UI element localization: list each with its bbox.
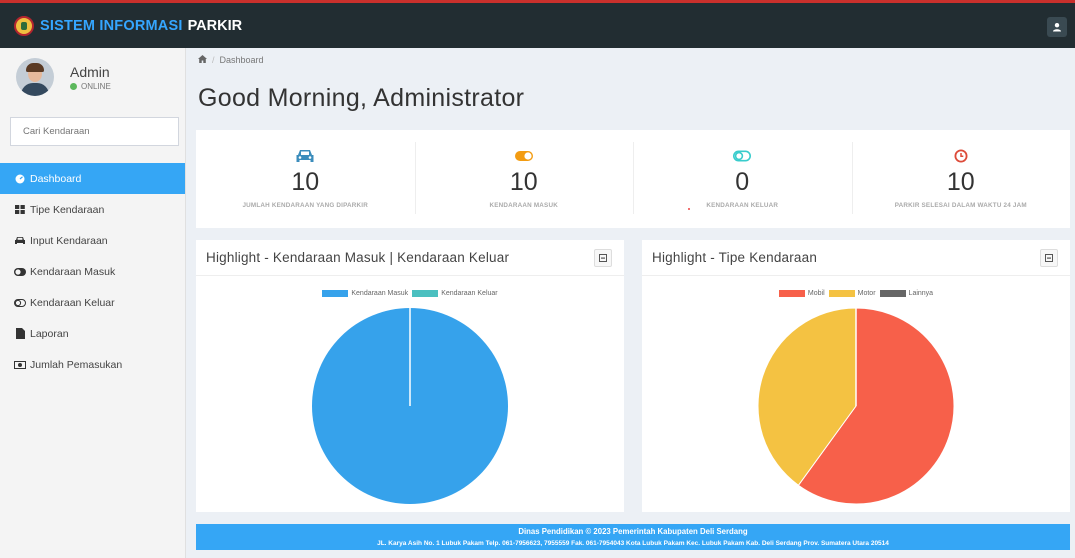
legend-swatch bbox=[322, 290, 349, 297]
legend-swatch bbox=[879, 290, 906, 297]
sidebar-item-laporan[interactable]: Laporan bbox=[0, 318, 185, 349]
stat-value: 10 bbox=[946, 168, 975, 196]
stat-value: 0 bbox=[735, 168, 750, 196]
sidebar-menu: Dashboard Tipe Kendaraan Input Kendaraan… bbox=[0, 163, 185, 380]
sidebar: Admin ONLINE Dashboard Tipe Kendaraan In… bbox=[0, 48, 186, 558]
emblem-icon bbox=[14, 15, 34, 36]
sidebar-item-dashboard[interactable]: Dashboard bbox=[0, 163, 185, 194]
brand-secondary: PARKIR bbox=[187, 17, 243, 34]
panel-masuk-keluar: Highlight - Kendaraan Masuk | Kendaraan … bbox=[196, 240, 624, 512]
stat-value: 10 bbox=[291, 168, 320, 196]
breadcrumb-separator: / bbox=[212, 55, 215, 65]
search-input[interactable] bbox=[10, 117, 179, 146]
breadcrumb: / Dashboard bbox=[198, 55, 264, 65]
car-icon bbox=[14, 236, 26, 245]
sidebar-item-jumlah-pemasukan[interactable]: Jumlah Pemasukan bbox=[0, 349, 185, 380]
user-panel: Admin ONLINE bbox=[0, 48, 185, 106]
sidebar-item-input-kendaraan[interactable]: Input Kendaraan bbox=[0, 225, 185, 256]
stat-kendaraan-masuk: 10 KENDARAAN MASUK bbox=[414, 130, 634, 228]
user-icon bbox=[1053, 23, 1061, 32]
clock-icon bbox=[951, 148, 971, 169]
avatar bbox=[16, 58, 54, 96]
sidebar-item-label: Jumlah Pemasukan bbox=[30, 358, 123, 371]
grid-icon bbox=[14, 205, 26, 214]
legend-label: Mobil bbox=[807, 290, 825, 297]
money-icon bbox=[14, 360, 26, 369]
legend-label: Lainnya bbox=[908, 290, 934, 297]
panel-header: Highlight - Tipe Kendaraan bbox=[642, 240, 1070, 276]
legend-swatch bbox=[778, 290, 805, 297]
minimize-icon bbox=[599, 253, 607, 262]
stat-value: 10 bbox=[509, 168, 538, 196]
stat-parkir-selesai: 10 PARKIR SELESAI DALAM WAKTU 24 JAM bbox=[851, 130, 1071, 228]
pie-chart-tipe-kendaraan bbox=[757, 307, 955, 505]
page-title: Good Morning, Administrator bbox=[198, 84, 525, 112]
brand-logo[interactable]: SISTEM INFORMASI PARKIR bbox=[0, 15, 243, 36]
legend-item[interactable]: Mobil bbox=[778, 290, 825, 297]
collapse-button[interactable] bbox=[594, 248, 612, 267]
panel-header: Highlight - Kendaraan Masuk | Kendaraan … bbox=[196, 240, 624, 276]
legend-item[interactable]: Motor bbox=[828, 290, 876, 297]
stat-kendaraan-keluar: 0 KENDARAAN KELUAR bbox=[633, 130, 852, 228]
footer-line1: Dinas Pendidikan © 2023 Pemerintah Kabup… bbox=[518, 527, 748, 536]
user-menu-button[interactable] bbox=[1047, 17, 1067, 37]
legend-swatch bbox=[412, 290, 439, 297]
pie-chart-masuk-keluar bbox=[312, 308, 508, 504]
stat-jumlah-kendaraan: 10 JUMLAH KENDARAAN YANG DIPARKIR bbox=[196, 130, 415, 228]
user-name: Admin bbox=[70, 63, 110, 80]
footer-line2: JL. Karya Asih No. 1 Lubuk Pakam Telp. 0… bbox=[377, 540, 889, 547]
sidebar-item-tipe-kendaraan[interactable]: Tipe Kendaraan bbox=[0, 194, 185, 225]
stat-label: PARKIR SELESAI DALAM WAKTU 24 JAM bbox=[894, 202, 1027, 209]
chart-legend: Mobil Motor Lainnya bbox=[642, 290, 1070, 297]
legend-label: Kendaraan Masuk bbox=[351, 290, 409, 297]
sidebar-item-label: Tipe Kendaraan bbox=[30, 203, 105, 216]
top-navbar: SISTEM INFORMASI PARKIR bbox=[0, 0, 1075, 48]
dashboard-icon bbox=[14, 174, 26, 184]
legend-swatch bbox=[828, 290, 855, 297]
user-status-label: ONLINE bbox=[81, 81, 111, 91]
sidebar-item-label: Dashboard bbox=[30, 172, 82, 185]
chart-legend: Kendaraan Masuk Kendaraan Keluar bbox=[196, 290, 624, 297]
stat-label: JUMLAH KENDARAAN YANG DIPARKIR bbox=[242, 202, 369, 209]
minimize-icon bbox=[1045, 253, 1053, 262]
sidebar-item-label: Laporan bbox=[30, 327, 69, 340]
legend-item[interactable]: Kendaraan Keluar bbox=[412, 290, 498, 297]
sidebar-item-kendaraan-masuk[interactable]: Kendaraan Masuk bbox=[0, 256, 185, 287]
toggle-on-icon bbox=[514, 148, 534, 169]
sidebar-item-label: Kendaraan Keluar bbox=[30, 296, 115, 309]
footer: Dinas Pendidikan © 2023 Pemerintah Kabup… bbox=[196, 524, 1070, 550]
stats-bar: 10 JUMLAH KENDARAAN YANG DIPARKIR 10 KEN… bbox=[196, 130, 1070, 228]
collapse-button[interactable] bbox=[1040, 248, 1058, 267]
breadcrumb-current: Dashboard bbox=[219, 55, 264, 65]
sidebar-item-kendaraan-keluar[interactable]: Kendaraan Keluar bbox=[0, 287, 185, 318]
legend-label: Motor bbox=[857, 290, 876, 297]
online-dot-icon bbox=[70, 82, 77, 90]
toggle-off-icon bbox=[14, 298, 26, 307]
sidebar-item-label: Input Kendaraan bbox=[30, 234, 108, 247]
indicator-dot bbox=[688, 208, 690, 210]
home-icon[interactable] bbox=[198, 55, 207, 65]
user-status: ONLINE bbox=[70, 82, 111, 91]
legend-item[interactable]: Kendaraan Masuk bbox=[322, 290, 408, 297]
car-icon bbox=[295, 148, 315, 169]
legend-label: Kendaraan Keluar bbox=[441, 290, 498, 297]
file-icon bbox=[14, 328, 26, 339]
stat-label: KENDARAAN MASUK bbox=[489, 202, 558, 209]
toggle-on-icon bbox=[14, 267, 26, 276]
sidebar-item-label: Kendaraan Masuk bbox=[30, 265, 116, 278]
panel-tipe-kendaraan: Highlight - Tipe Kendaraan Mobil Motor L… bbox=[642, 240, 1070, 512]
brand-primary: SISTEM INFORMASI bbox=[40, 17, 183, 34]
toggle-off-icon bbox=[732, 148, 752, 169]
legend-item[interactable]: Lainnya bbox=[879, 290, 934, 297]
stat-label: KENDARAAN KELUAR bbox=[706, 202, 779, 209]
panel-title: Highlight - Kendaraan Masuk | Kendaraan … bbox=[206, 250, 510, 265]
panel-title: Highlight - Tipe Kendaraan bbox=[652, 250, 818, 265]
